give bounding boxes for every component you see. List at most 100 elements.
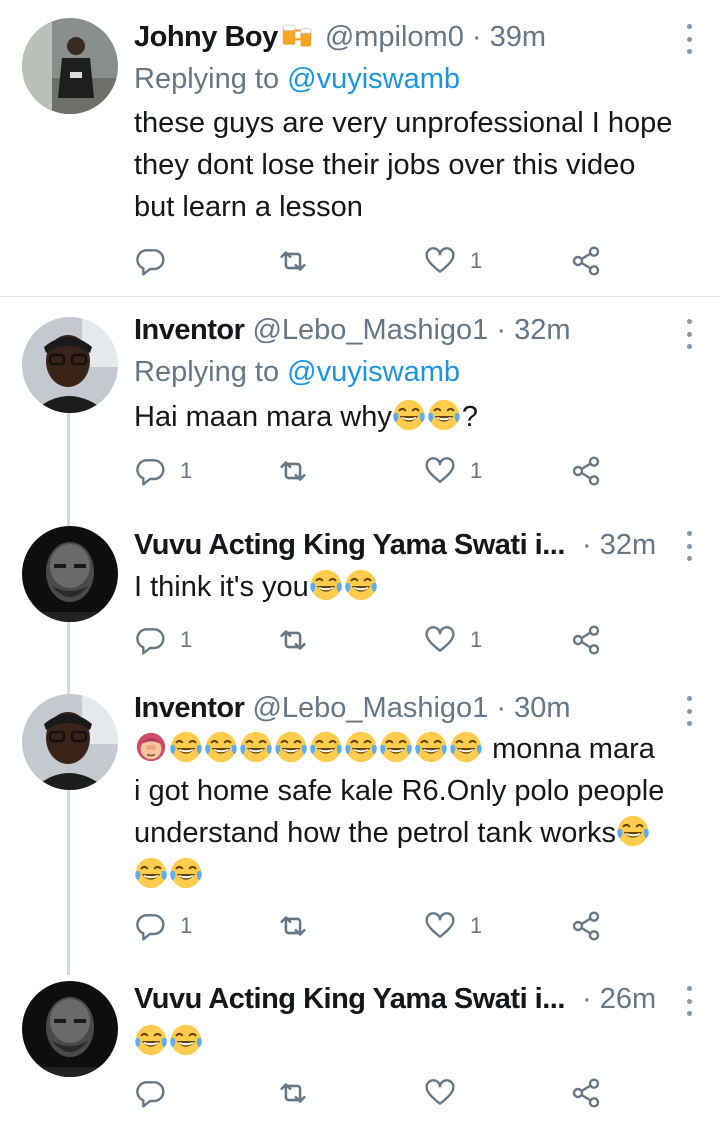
replying-to: Replying to @vuyiswamb [134,59,460,99]
more-vertical-icon[interactable] [684,24,694,54]
timestamp[interactable]: 26m [600,983,656,1015]
retweet-icon [276,1076,310,1110]
tweet-header: Inventor @Lebo_Mashigo1 · 30m [134,688,674,728]
tweet[interactable]: Vuvu Acting King Yama Swati i... · 32m I… [0,507,720,687]
tweet[interactable]: Inventor @Lebo_Mashigo1 · 32m Replying t… [0,297,720,507]
heart-icon [424,624,456,656]
tweet[interactable]: Inventor @Lebo_Mashigo1 · 30m monna mara… [0,687,720,969]
avatar[interactable] [22,18,118,114]
reply-button[interactable] [134,1073,180,1113]
share-icon [570,910,602,942]
tears-of-joy-emoji [392,398,426,432]
more-vertical-icon[interactable] [684,696,694,726]
text-line: i got home safe kale R6.Only polo people [134,775,665,807]
tears-of-joy-emoji [274,730,308,764]
reply-button[interactable]: 1 [134,906,192,946]
tears-of-joy-emoji [616,814,650,848]
author-name[interactable]: Vuvu Acting King Yama Swati i... [134,983,565,1015]
tweet-time: · 32m [582,525,660,565]
replying-to: Replying to @vuyiswamb [134,352,460,392]
like-button[interactable]: 1 [424,906,482,946]
tears-of-joy-emoji [309,568,343,602]
share-button[interactable] [570,1073,602,1113]
tweet-text: monna mara i got home safe kale R6.Only … [134,728,696,896]
like-button[interactable]: 1 [424,620,482,660]
avatar[interactable] [22,981,118,1077]
author-handle[interactable]: @Lebo_Mashigo1 [252,692,488,724]
author-name[interactable]: Johny Boy [134,21,278,53]
retweet-icon [276,623,310,657]
beer-mugs-emoji [278,18,316,50]
avatar[interactable] [22,526,118,622]
reply-button[interactable] [134,241,180,281]
reply-icon [134,624,166,656]
share-icon [570,1077,602,1109]
text-line: monna mara [134,728,696,770]
share-button[interactable] [570,451,602,491]
reply-button[interactable]: 1 [134,620,192,660]
share-button[interactable] [570,241,602,281]
tears-of-joy-emoji [169,730,203,764]
author-name[interactable]: Vuvu Acting King Yama Swati i... [134,529,565,561]
like-button[interactable]: 1 [424,451,482,491]
timestamp[interactable]: 39m [490,21,546,53]
author-handle[interactable]: @Lebo_Mashigo1 [252,314,488,346]
retweet-button[interactable] [276,241,310,281]
like-button[interactable] [424,1073,470,1113]
more-vertical-icon[interactable] [684,986,694,1016]
tweet-actions [134,1073,720,1113]
timestamp[interactable]: 30m [514,692,570,724]
tweet-time: · 26m [582,979,660,1019]
separator: · [582,983,592,1015]
retweet-button[interactable] [276,451,310,491]
tears-of-joy-emoji [379,730,413,764]
tweet-actions: 1 1 [134,451,720,491]
timestamp[interactable]: 32m [514,314,570,346]
like-count: 1 [470,248,483,273]
tweet[interactable]: Vuvu Acting King Yama Swati i... · 26m [0,969,720,1125]
share-icon [570,455,602,487]
retweet-button[interactable] [276,906,310,946]
tweet[interactable]: Johny Boy @mpilom0 · 39m Replying to @vu… [0,0,720,296]
timestamp[interactable]: 32m [600,529,656,561]
replying-label: Replying to [134,356,280,388]
separator: · [496,692,507,724]
separator: · [471,21,482,53]
text-segment: I think it's you [134,571,309,603]
text-segment: Hai maan mara why [134,401,392,433]
retweet-button[interactable] [276,620,310,660]
author-handle[interactable]: @mpilom0 [325,21,464,53]
mention-link[interactable]: @vuyiswamb [287,63,460,95]
text-segment: monna mara [492,733,655,765]
tweet-text [134,1021,696,1063]
retweet-button[interactable] [276,1073,310,1113]
tears-of-joy-emoji [309,730,343,764]
like-button[interactable]: 1 [424,241,482,281]
author-name[interactable]: Inventor [134,314,245,346]
heart-icon [424,455,456,487]
tweet-actions: 1 [134,241,720,281]
tweet-header: Inventor @Lebo_Mashigo1 · 32m [134,310,674,350]
heart-icon [424,1077,456,1109]
mention-link[interactable]: @vuyiswamb [287,356,460,388]
separator: · [496,314,507,346]
avatar[interactable] [22,694,118,790]
share-button[interactable] [570,906,602,946]
reply-count: 1 [180,458,193,483]
author-name[interactable]: Inventor [134,692,245,724]
share-button[interactable] [570,620,602,660]
reply-button[interactable]: 1 [134,451,192,491]
reply-count: 1 [180,627,193,652]
tweet-actions: 1 1 [134,906,720,946]
tears-of-joy-emoji [449,730,483,764]
tears-of-joy-emoji [344,568,378,602]
woman-facepalming-emoji [134,730,168,764]
avatar[interactable] [22,317,118,413]
tears-of-joy-emoji [427,398,461,432]
text-segment: understand how the petrol tank works [134,817,616,849]
tweet-text: these guys are very unprofessional I hop… [134,102,696,228]
more-vertical-icon[interactable] [684,319,694,349]
share-icon [570,245,602,277]
more-vertical-icon[interactable] [684,531,694,561]
like-count: 1 [470,913,483,938]
